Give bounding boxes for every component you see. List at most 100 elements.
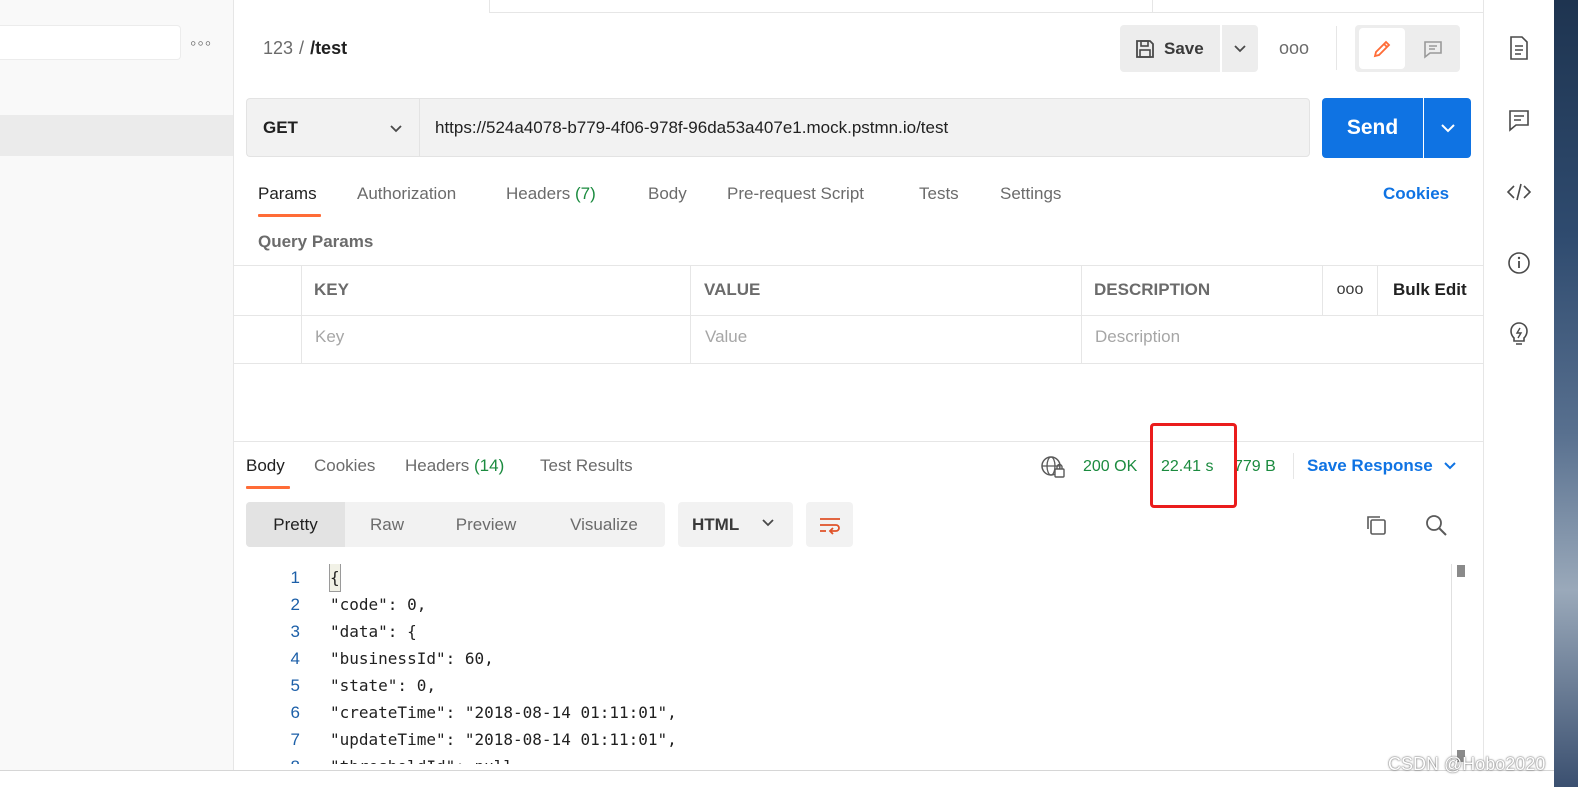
response-status[interactable]: 200 OK — [1083, 456, 1137, 478]
sidebar-filter-input[interactable] — [0, 25, 181, 60]
comment-mode-button[interactable] — [1410, 28, 1456, 69]
save-button[interactable]: Save — [1120, 25, 1220, 72]
tab-headers[interactable]: Headers (7) — [506, 183, 596, 205]
line-number: 7 — [290, 730, 300, 749]
code-text: "state": 0, — [330, 676, 436, 695]
active-request-tab[interactable] — [235, 0, 490, 13]
column-header-key: KEY — [314, 280, 349, 299]
bulk-edit-button[interactable]: Bulk Edit — [1393, 279, 1467, 301]
request-more-button[interactable]: ooo — [1276, 36, 1312, 60]
editor-scrollbar[interactable] — [1451, 564, 1471, 764]
tab-pre-request-script[interactable]: Pre-request Script — [727, 183, 864, 205]
code-line: 5 "state": 0, — [246, 672, 1451, 699]
search-icon[interactable] — [1424, 513, 1448, 537]
response-tab-cookies[interactable]: Cookies — [314, 455, 375, 477]
line-number: 4 — [290, 649, 300, 668]
view-preview-button[interactable]: Preview — [429, 502, 543, 547]
copy-icon[interactable] — [1364, 513, 1388, 537]
breadcrumb: 123 //test — [263, 36, 347, 60]
code-text: "businessId": 60, — [330, 649, 494, 668]
code-line: 4 "businessId": 60, — [246, 645, 1451, 672]
view-visualize-button[interactable]: Visualize — [543, 502, 665, 547]
tab-settings[interactable]: Settings — [1000, 183, 1061, 205]
send-options-button[interactable] — [1424, 98, 1471, 158]
documentation-icon[interactable] — [1506, 35, 1532, 61]
code-line: 3 "data": { — [246, 618, 1451, 645]
tab-tests[interactable]: Tests — [919, 183, 959, 205]
code-line: 7 "updateTime": "2018-08-14 01:11:01", — [246, 726, 1451, 753]
annotation-highlight-box — [1150, 423, 1237, 508]
method-select[interactable]: GET — [246, 98, 419, 157]
chevron-down-icon — [1443, 462, 1456, 470]
column-divider — [301, 266, 302, 364]
save-label: Save — [1164, 38, 1204, 58]
network-globe-icon[interactable] — [1040, 455, 1066, 479]
breadcrumb-request-name[interactable]: /test — [310, 38, 347, 58]
description-input[interactable]: Description — [1095, 326, 1180, 348]
url-input[interactable]: https://524a4078-b779-4f06-978f-96da53a4… — [419, 98, 1310, 157]
breadcrumb-collection[interactable]: 123 — [263, 38, 293, 58]
toolbar-divider — [1336, 26, 1337, 70]
table-row-divider — [234, 315, 1483, 316]
tab-headers-label: Headers — [506, 184, 571, 203]
query-params-title: Query Params — [258, 232, 374, 251]
info-icon[interactable] — [1506, 250, 1532, 276]
table-more-button[interactable]: ooo — [1335, 279, 1365, 301]
line-number: 2 — [290, 595, 300, 614]
column-divider — [1322, 266, 1323, 315]
tab-params[interactable]: Params — [258, 183, 317, 205]
code-text: "code": 0, — [330, 595, 427, 614]
column-divider — [1377, 266, 1378, 315]
response-tab-headers[interactable]: Headers (14) — [405, 455, 504, 477]
tab-authorization[interactable]: Authorization — [357, 183, 456, 205]
response-tab-headers-label: Headers — [405, 456, 470, 475]
chevron-down-icon — [390, 125, 402, 133]
line-number: 5 — [290, 676, 300, 695]
view-raw-button[interactable]: Raw — [345, 502, 429, 547]
view-pretty-button[interactable]: Pretty — [246, 502, 345, 547]
response-divider[interactable] — [234, 441, 1483, 442]
chevron-down-icon — [1440, 124, 1455, 133]
chevron-down-icon — [1234, 44, 1246, 52]
code-text: "createTime": "2018-08-14 01:11:01", — [330, 703, 677, 722]
sidebar-more-icon[interactable]: ◦◦◦ — [190, 33, 220, 53]
sidebar-selected-item[interactable] — [0, 115, 233, 156]
comments-icon[interactable] — [1506, 107, 1532, 133]
tab-active-indicator — [258, 214, 321, 217]
lightbulb-icon[interactable] — [1506, 321, 1532, 347]
code-snippet-icon[interactable] — [1506, 179, 1532, 205]
send-button[interactable]: Send — [1322, 98, 1423, 158]
save-response-button[interactable]: Save Response — [1307, 455, 1457, 477]
edit-mode-button[interactable] — [1359, 28, 1405, 69]
format-select[interactable]: HTML — [678, 502, 793, 547]
method-label: GET — [263, 117, 298, 137]
chevron-down-icon — [762, 519, 774, 527]
tab-body[interactable]: Body — [648, 183, 687, 205]
column-divider — [690, 266, 691, 364]
cookies-link[interactable]: Cookies — [1383, 183, 1449, 205]
scrollbar-up-arrow[interactable] — [1457, 565, 1465, 577]
wrap-lines-button[interactable] — [806, 502, 853, 547]
response-tab-active-indicator — [246, 486, 290, 489]
response-size[interactable]: 779 B — [1234, 456, 1276, 478]
value-input[interactable]: Value — [705, 326, 747, 348]
response-tab-body[interactable]: Body — [246, 455, 285, 477]
tab-headers-count: (7) — [575, 184, 596, 203]
line-number: 3 — [290, 622, 300, 641]
save-options-button[interactable] — [1222, 25, 1258, 72]
code-text: "thresholdId": null, — [330, 753, 523, 764]
line-number: 1 — [290, 568, 300, 587]
key-input[interactable]: Key — [315, 326, 344, 348]
code-line: 8 "thresholdId": null, — [246, 753, 1451, 764]
breadcrumb-separator: / — [299, 38, 305, 58]
watermark: CSDN @Hobo2020 — [1388, 754, 1546, 774]
response-body-editor[interactable]: 1{ 2 "code": 0, 3 "data": { 4 "businessId":… — [246, 564, 1451, 764]
comment-icon — [1424, 40, 1442, 59]
column-header-description: DESCRIPTION — [1094, 280, 1211, 299]
desktop-background — [1554, 0, 1578, 787]
code-line: 2 "code": 0, — [246, 591, 1451, 618]
response-tab-test-results[interactable]: Test Results — [540, 455, 633, 477]
line-number: 6 — [290, 703, 300, 722]
save-response-label: Save Response — [1307, 456, 1433, 475]
code-text: "updateTime": "2018-08-14 01:11:01", — [330, 730, 677, 749]
